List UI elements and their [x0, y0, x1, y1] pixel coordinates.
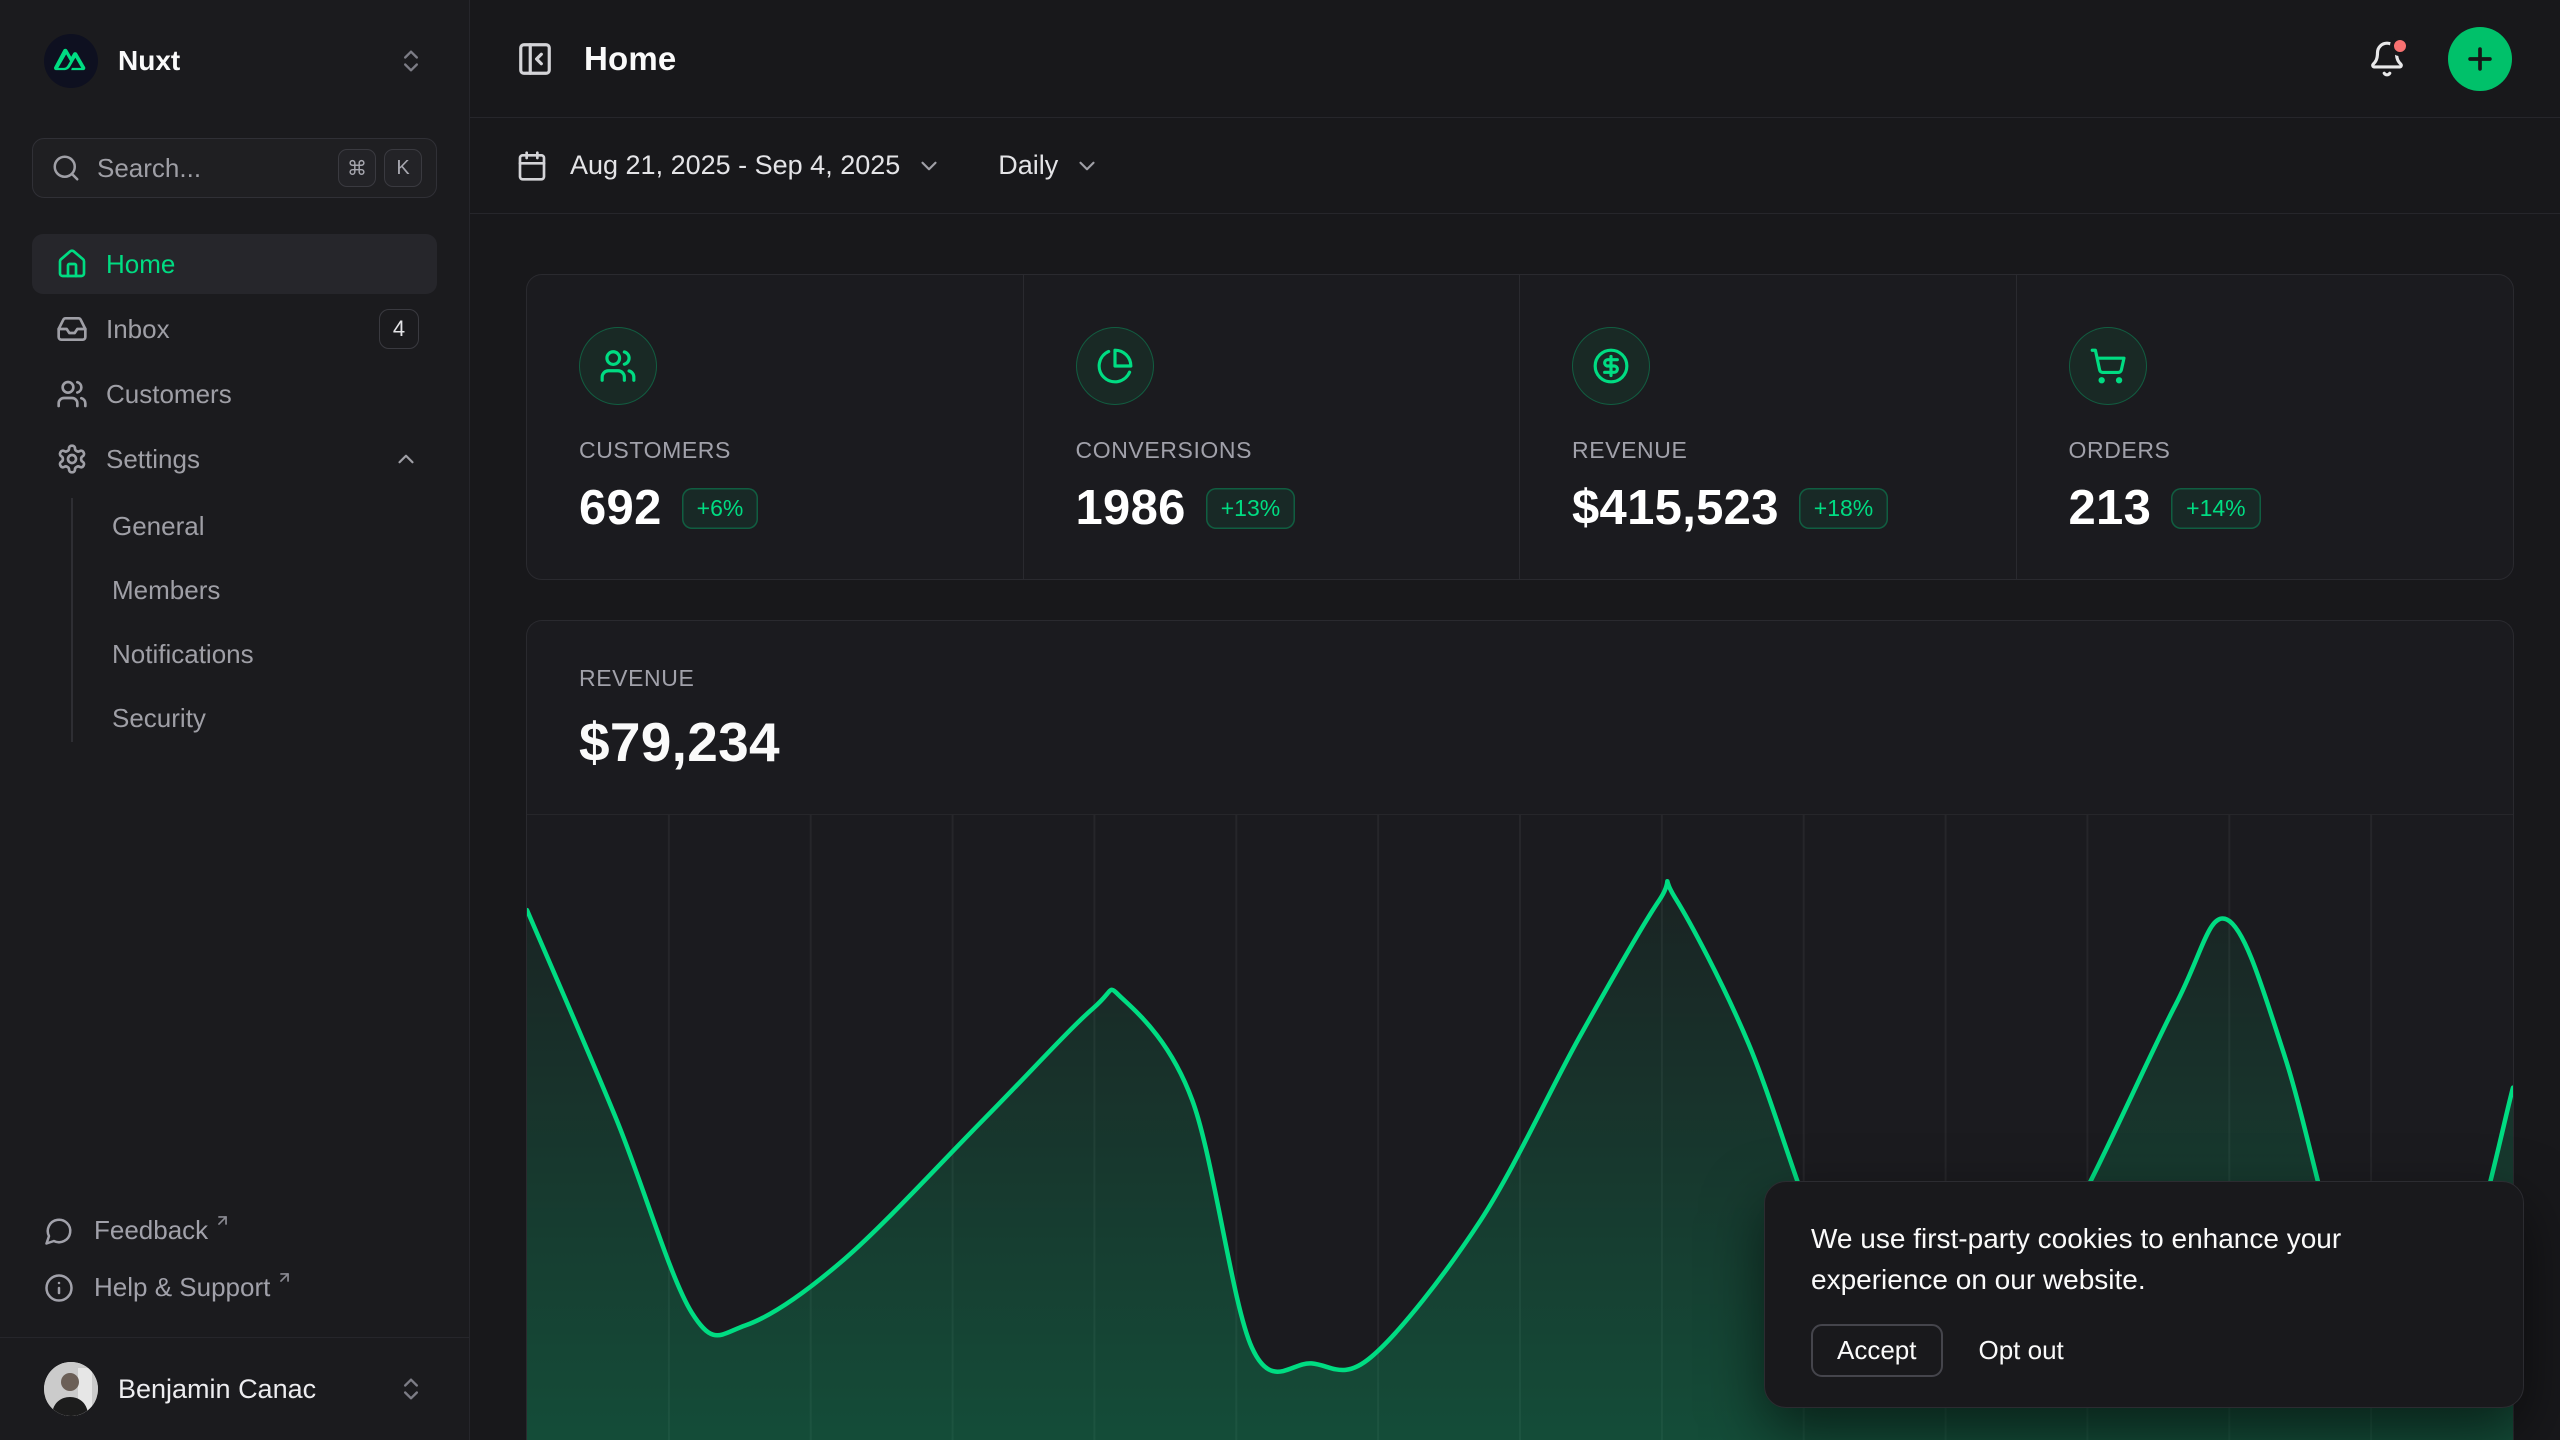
user-strip: Benjamin Canac	[0, 1337, 469, 1440]
stat-label: ORDERS	[2069, 437, 2514, 464]
stat-label: REVENUE	[1572, 437, 2016, 464]
settings-subnav: General Members Notifications Security	[32, 494, 437, 750]
plus-icon	[2463, 42, 2497, 76]
sidebar-item-label: Settings	[106, 444, 200, 475]
granularity-value: Daily	[998, 150, 1058, 181]
workspace-switcher[interactable]: Nuxt	[32, 28, 437, 94]
shopping-cart-icon	[2069, 327, 2147, 405]
sidebar-item-general[interactable]: General	[32, 494, 437, 558]
cookie-accept-button[interactable]: Accept	[1811, 1324, 1943, 1377]
filterbar: Aug 21, 2025 - Sep 4, 2025 Daily	[470, 118, 2560, 214]
circle-dollar-icon	[1572, 327, 1650, 405]
home-icon	[56, 248, 88, 280]
sidebar-item-label: Inbox	[106, 314, 170, 345]
stat-card-revenue: REVENUE $415,523 +18%	[1520, 275, 2017, 579]
date-range-value: Aug 21, 2025 - Sep 4, 2025	[570, 150, 900, 181]
search-placeholder: Search...	[97, 153, 201, 184]
sidebar-item-customers[interactable]: Customers	[32, 364, 437, 424]
sidebar-item-home[interactable]: Home	[32, 234, 437, 294]
add-button[interactable]	[2448, 27, 2512, 91]
page-title: Home	[584, 40, 677, 78]
stat-card-customers: CUSTOMERS 692 +6%	[527, 275, 1024, 579]
sidebar-item-label: Home	[106, 249, 175, 280]
notification-dot	[2390, 36, 2410, 56]
sidebar-item-label: Customers	[106, 379, 232, 410]
stat-label: CUSTOMERS	[579, 437, 1023, 464]
stat-delta-badge: +6%	[682, 488, 759, 529]
chevrons-up-down-icon	[397, 1375, 425, 1403]
revenue-chart-value: $79,234	[579, 710, 2461, 774]
granularity-select[interactable]: Daily	[998, 150, 1100, 181]
notifications-bell-icon[interactable]	[2368, 40, 2406, 78]
stat-value: 1986	[1076, 480, 1186, 536]
main-area: Home Aug 21, 2025 - Sep 4, 2025 Dai	[470, 0, 2560, 1440]
user-menu[interactable]: Benjamin Canac	[32, 1358, 437, 1420]
sidebar-footer-links: Feedback Help & Support	[32, 1207, 437, 1337]
stat-label: CONVERSIONS	[1076, 437, 1520, 464]
stat-delta-badge: +14%	[2171, 488, 2260, 529]
users-icon	[56, 378, 88, 410]
info-circle-icon	[44, 1273, 74, 1303]
pie-chart-icon	[1076, 327, 1154, 405]
sidebar-collapse-icon[interactable]	[516, 40, 554, 78]
stat-value: 213	[2069, 480, 2152, 536]
feedback-link[interactable]: Feedback	[32, 1207, 437, 1254]
sidebar-item-inbox[interactable]: Inbox 4	[32, 299, 437, 359]
stat-value: 692	[579, 480, 662, 536]
cookie-banner: We use first-party cookies to enhance yo…	[1764, 1181, 2524, 1408]
sub-item-label: Members	[112, 575, 220, 606]
search-input[interactable]: Search... ⌘ K	[32, 138, 437, 198]
sidebar-item-members[interactable]: Members	[32, 558, 437, 622]
sidebar-nav: Home Inbox 4 Customers Settings Genera	[32, 234, 437, 750]
users-icon	[579, 327, 657, 405]
sidebar: Nuxt Search... ⌘ K Home Inbox 4	[0, 0, 470, 1440]
chevron-down-icon	[1074, 153, 1100, 179]
nuxt-logo-icon	[44, 34, 98, 88]
stat-value: $415,523	[1572, 480, 1779, 536]
calendar-icon	[516, 150, 548, 182]
stat-card-orders: ORDERS 213 +14%	[2017, 275, 2514, 579]
kbd-meta: ⌘	[338, 149, 376, 187]
help-support-link[interactable]: Help & Support	[32, 1264, 437, 1311]
inbox-count-badge: 4	[379, 309, 419, 349]
chevron-up-icon	[393, 446, 419, 472]
sidebar-item-security[interactable]: Security	[32, 686, 437, 750]
topbar: Home	[470, 0, 2560, 118]
inbox-icon	[56, 313, 88, 345]
cookie-message: We use first-party cookies to enhance yo…	[1811, 1218, 2411, 1300]
search-icon	[51, 153, 81, 183]
kbd-k: K	[384, 149, 422, 187]
sub-item-label: Notifications	[112, 639, 254, 670]
gear-icon	[56, 443, 88, 475]
external-link-icon	[214, 1212, 231, 1229]
revenue-chart-label: REVENUE	[579, 665, 2461, 692]
stat-delta-badge: +18%	[1799, 488, 1888, 529]
brand-name: Nuxt	[118, 45, 180, 77]
chevrons-up-down-icon	[397, 47, 425, 75]
avatar	[44, 1362, 98, 1416]
date-range-picker[interactable]: Aug 21, 2025 - Sep 4, 2025	[516, 150, 942, 182]
message-bubble-icon	[44, 1216, 74, 1246]
feedback-label: Feedback	[94, 1215, 208, 1246]
cookie-optout-button[interactable]: Opt out	[1969, 1326, 2074, 1375]
chevron-down-icon	[916, 153, 942, 179]
external-link-icon	[276, 1269, 293, 1286]
search-shortcut: ⌘ K	[338, 149, 422, 187]
user-name: Benjamin Canac	[118, 1374, 316, 1405]
stats-panel: CUSTOMERS 692 +6% CONVERSIONS 1986 +13%	[526, 274, 2514, 580]
sidebar-item-settings[interactable]: Settings	[32, 429, 437, 489]
help-support-label: Help & Support	[94, 1272, 270, 1303]
sidebar-item-notifications[interactable]: Notifications	[32, 622, 437, 686]
stat-delta-badge: +13%	[1206, 488, 1295, 529]
sub-item-label: Security	[112, 703, 206, 734]
sub-item-label: General	[112, 511, 205, 542]
stat-card-conversions: CONVERSIONS 1986 +13%	[1024, 275, 1521, 579]
